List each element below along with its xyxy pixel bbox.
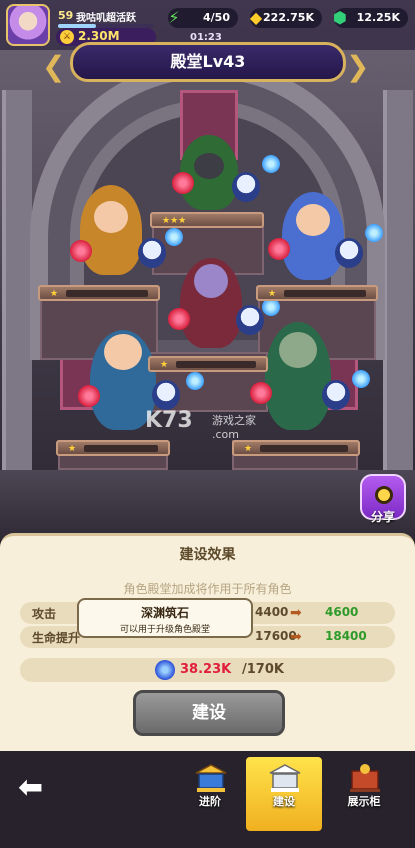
share-label: 分享 [370, 510, 395, 524]
ruby-gem-icon [250, 382, 272, 404]
build-button[interactable]: 建设 [133, 690, 285, 736]
pet-spirit [138, 238, 166, 268]
temple-icon [195, 764, 227, 792]
tab-label: 展示柜 [347, 795, 381, 808]
gems-counter[interactable]: ⬢ 12.25K [333, 8, 408, 28]
hero-head [279, 332, 317, 368]
hall-icon [269, 764, 301, 792]
hero-hooded-cat[interactable] [180, 135, 238, 210]
item-tooltip: 深渊筑石 可以用于升级角色殿堂 [77, 598, 253, 638]
guild-status: 我咕叽超活跃 [76, 13, 136, 24]
star-icon: ★ [50, 289, 59, 299]
tab-label: 进阶 [199, 795, 221, 808]
hero-horned-sorceress[interactable] [265, 322, 331, 430]
blue-flame-icon [186, 372, 204, 390]
gold-counter[interactable]: ◆ 222.75K [250, 8, 322, 28]
watermark-logo: K73 [145, 408, 193, 433]
pedestal-plate-center: ★ [148, 356, 268, 372]
star-icon: ★ [160, 360, 169, 370]
tooltip-description: 可以用于升级角色殿堂 [119, 625, 210, 635]
green-gem-icon: ⬢ [333, 8, 347, 27]
ruby-gem-icon [268, 238, 290, 260]
pet-spirit [236, 305, 264, 335]
abyss-stone-icon [155, 660, 175, 680]
tab-advance[interactable]: 进阶 [172, 757, 248, 831]
pet-spirit [232, 172, 260, 202]
hero-golden-warrior[interactable] [80, 185, 142, 275]
back-arrow-icon[interactable]: ⬅ [18, 770, 58, 806]
hero-ice-mage[interactable] [282, 192, 344, 280]
showcase-icon [350, 764, 380, 792]
player-avatar[interactable] [6, 4, 50, 46]
cost-required: /170K [242, 662, 284, 677]
power-icon: ⚔ [60, 30, 74, 44]
pedestal-plate-left: ★ [38, 285, 160, 301]
hall-title: 殿堂Lv43 [170, 52, 246, 71]
camera-icon [375, 486, 393, 504]
hero-head [296, 204, 330, 236]
lightning-icon: ⚡ [168, 8, 180, 27]
gold-value: 222.75K [263, 11, 314, 24]
star-icon: ★ [244, 444, 253, 454]
tab-build[interactable]: 建设 [246, 757, 322, 831]
player-level: 59 [58, 9, 74, 22]
hero-head [194, 153, 224, 179]
arrow-right-icon: ➡ [290, 629, 302, 645]
power-value: 2.30M [78, 29, 120, 43]
hero-head [94, 201, 128, 233]
ruby-gem-icon [172, 172, 194, 194]
ruby-gem-icon [168, 308, 190, 330]
pet-spirit [152, 380, 180, 410]
pet-spirit [322, 380, 350, 410]
pedestal-plate-bottom-right: ★ [232, 440, 360, 456]
stat-to: 4600 [325, 605, 359, 619]
cost-owned: 38.23K [180, 662, 232, 677]
panel-title: 建设效果 [179, 547, 236, 563]
stat-to: 18400 [325, 629, 367, 643]
pedestal-plate-bottom-left: ★ [56, 440, 170, 456]
blue-flame-icon [352, 370, 370, 388]
star-icon: ★ [268, 289, 277, 299]
hero-head [104, 334, 142, 370]
stat-label: 攻击 [32, 607, 57, 621]
watermark-text: 游戏之家 .com [212, 414, 256, 441]
tooltip-title: 深渊筑石 [140, 606, 189, 620]
panel-subtitle: 角色殿堂加成将作用于所有角色 [123, 582, 292, 596]
hero-vampire[interactable] [180, 258, 242, 348]
blue-flame-icon [165, 228, 183, 246]
floor [0, 470, 415, 540]
ruby-gem-icon [70, 240, 92, 262]
stat-from: 4400 [255, 605, 289, 619]
pedestal-plate-top: ★★★ [150, 212, 264, 228]
star-icon: ★★★ [162, 216, 187, 226]
right-wing-ornament: ❯ [346, 50, 370, 83]
hall-title-plaque: 殿堂Lv43 [70, 42, 346, 82]
gold-coin-icon: ◆ [249, 8, 263, 27]
pet-spirit [335, 238, 363, 268]
blue-flame-icon [365, 224, 383, 242]
tab-label: 建设 [273, 795, 295, 808]
refresh-timer: 01:23 [190, 32, 222, 43]
hero-head [194, 264, 228, 298]
star-icon: ★ [68, 444, 77, 454]
build-cost[interactable]: 38.23K /170K [20, 658, 395, 682]
stamina-value: 4/50 [203, 11, 230, 24]
pedestal-plate-right: ★ [256, 285, 378, 301]
ruby-gem-icon [78, 385, 100, 407]
blue-flame-icon [262, 155, 280, 173]
stat-label: 生命提升 [32, 631, 81, 645]
arrow-right-icon: ➡ [290, 605, 302, 621]
stamina-counter[interactable]: ⚡ 4/50 [168, 8, 238, 28]
gems-value: 12.25K [356, 11, 400, 24]
tab-showcase[interactable]: 展示柜 [326, 757, 402, 831]
